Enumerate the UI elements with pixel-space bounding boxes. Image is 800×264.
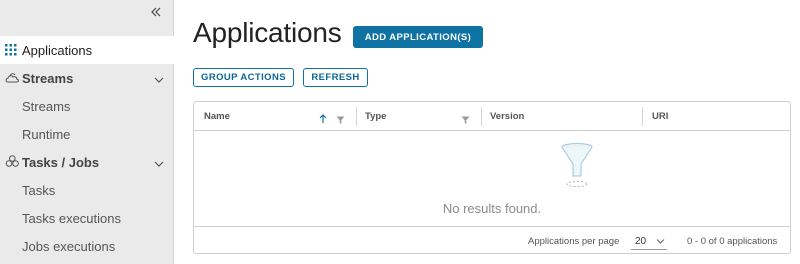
sidebar-group-label: Tasks / Jobs [22,154,100,170]
sidebar-item-applications[interactable]: Applications [0,36,174,64]
empty-results-message: No results found. [442,201,542,216]
column-header-type[interactable]: Type [365,102,386,131]
column-header-version[interactable]: Version [490,102,524,131]
datagrid-empty-placeholder: No results found. [194,132,790,224]
applications-datagrid: Name Type Version URI No results found. … [193,101,791,254]
filter-icon[interactable] [336,112,345,130]
sidebar-item-tasks-executions[interactable]: Tasks executions [0,204,174,232]
group-actions-button[interactable]: GROUP ACTIONS [193,68,294,87]
datagrid-header: Name Type Version URI [194,102,790,131]
page-size-select[interactable]: 20 [631,234,667,250]
add-application-button[interactable]: ADD APPLICATION(S) [353,26,483,48]
filter-funnel-icon [560,142,594,193]
page-size-value: 20 [635,236,647,247]
sidebar: Applications Streams Streams Runtime Tas… [0,0,174,264]
sidebar-item-tasks[interactable]: Tasks [0,176,174,204]
grid-icon [5,43,19,57]
sidebar-item-label: Applications [22,42,93,58]
chevron-down-icon [154,73,164,83]
collapse-sidebar-icon[interactable] [147,4,165,20]
sidebar-item-streams[interactable]: Streams [0,92,174,120]
column-separator[interactable] [481,107,482,126]
sidebar-item-label: Tasks [22,182,56,198]
page-title: Applications [193,17,342,48]
datagrid-footer: Applications per page 20 0 - 0 of 0 appl… [194,226,790,254]
column-separator[interactable] [642,107,643,126]
chevron-down-icon [154,157,164,167]
sidebar-group-tasks-jobs[interactable]: Tasks / Jobs [0,148,174,176]
sidebar-item-label: Streams [22,98,71,114]
refresh-button[interactable]: REFRESH [303,68,368,87]
sidebar-item-label: Runtime [22,126,71,142]
page-size-label: Applications per page [528,235,620,247]
filter-icon[interactable] [461,112,470,130]
sidebar-item-jobs-executions[interactable]: Jobs executions [0,232,174,260]
app-root: Applications Streams Streams Runtime Tas… [0,0,800,264]
column-header-name[interactable]: Name [204,102,230,131]
sidebar-item-label: Jobs executions [22,238,116,254]
column-separator[interactable] [356,107,357,126]
sidebar-item-label: Tasks executions [22,210,121,226]
column-header-uri[interactable]: URI [652,102,668,131]
chevron-down-icon [656,239,665,244]
sidebar-group-label: Streams [22,70,74,86]
clouds-icon [5,71,19,85]
tasks-icon [5,155,19,169]
pagination-range: 0 - 0 of 0 applications [687,235,778,247]
sidebar-item-runtime[interactable]: Runtime [0,120,174,148]
sidebar-group-streams[interactable]: Streams [0,64,174,92]
sort-ascending-icon[interactable] [319,111,327,129]
